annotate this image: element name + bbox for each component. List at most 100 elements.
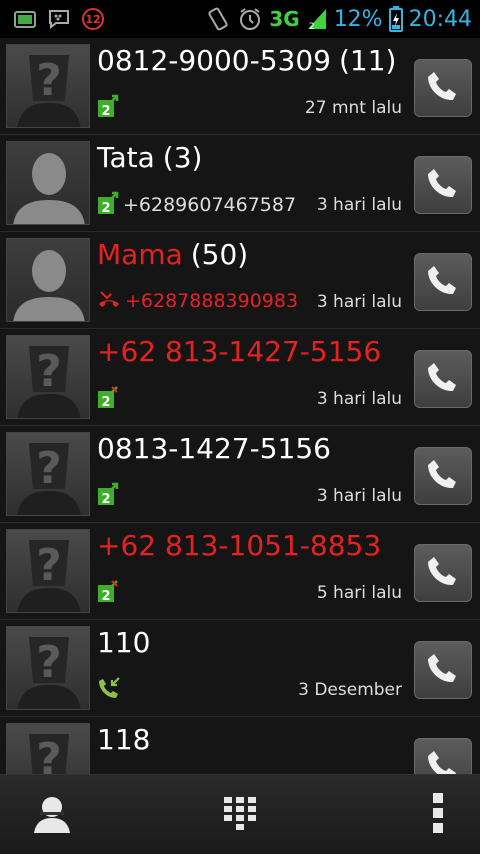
call-log-row[interactable]: Tata (3) 2 +6289607467587 3 hari lalu [0, 135, 480, 232]
contact-avatar[interactable] [6, 238, 90, 322]
call-log-row[interactable]: Mama (50) +6287888390983 3 hari lalu [0, 232, 480, 329]
call-time: 3 hari lalu [316, 389, 402, 409]
call-log-list[interactable]: ? 0812-9000-5309 (11) 2 27 mnt lalu Tata (3) 2 +… [0, 38, 480, 774]
svg-text:2: 2 [101, 395, 110, 409]
call-button[interactable] [414, 738, 472, 774]
vibrate-icon [205, 6, 231, 32]
caller-name-text: Mama [97, 238, 183, 271]
notification-count-badge: 12 [82, 8, 104, 30]
unknown-contact-avatar[interactable]: ? [6, 723, 90, 774]
phone-icon [426, 651, 460, 689]
caller-name: 0812-9000-5309 (11) [97, 44, 396, 78]
contact-avatar[interactable] [6, 141, 90, 225]
call-details: 2 [97, 94, 119, 122]
call-button[interactable] [414, 350, 472, 408]
unknown-contact-avatar[interactable]: ? [6, 626, 90, 710]
call-count: (50) [190, 238, 249, 271]
caller-name: +62 813-1427-5156 [97, 335, 381, 369]
caller-name-text: 110 [97, 626, 151, 659]
call-log-row[interactable]: ? 110 3 Desember [0, 620, 480, 717]
phone-icon [426, 263, 460, 301]
phone-number: +6287888390983 [125, 290, 299, 312]
call-details: 2 [97, 385, 119, 413]
caller-name: Tata (3) [97, 141, 202, 175]
unknown-contact-avatar[interactable]: ? [6, 529, 90, 613]
sim2-outgoing-icon: 2 [97, 482, 119, 510]
caller-name: +62 813-1051-8853 [97, 529, 381, 563]
svg-text:2: 2 [101, 104, 110, 118]
caller-name-text: 0813-1427-5156 [97, 432, 331, 465]
call-time: 3 hari lalu [316, 486, 402, 506]
caller-name: 110 [97, 626, 150, 660]
phone-icon [426, 360, 460, 398]
call-time: 3 hari lalu [316, 292, 402, 312]
alarm-icon [237, 6, 263, 32]
call-log-row[interactable]: ? 0813-1427-5156 2 3 hari lalu [0, 426, 480, 523]
caller-name-text: +62 813-1427-5156 [97, 335, 382, 368]
svg-text:2: 2 [101, 492, 110, 506]
sim2-outgoing-icon: 2 [97, 94, 119, 122]
caller-name-text: Tata [97, 141, 155, 174]
person-icon [30, 791, 74, 839]
overflow-menu-icon [431, 791, 445, 839]
phone-icon [426, 457, 460, 495]
contacts-tab[interactable] [0, 775, 104, 854]
caller-name: 118 [97, 723, 150, 757]
screenshot-notification-icon [14, 9, 36, 29]
call-button[interactable] [414, 156, 472, 214]
unknown-contact-avatar[interactable]: ? [6, 432, 90, 516]
call-button[interactable] [414, 59, 472, 117]
svg-text:?: ? [36, 55, 62, 106]
caller-name-text: 118 [97, 723, 151, 756]
overflow-menu-button[interactable] [396, 775, 480, 854]
phone-icon [426, 69, 460, 107]
call-count: (11) [338, 44, 397, 77]
svg-text:2: 2 [309, 22, 315, 31]
svg-text:2: 2 [101, 589, 110, 603]
dialpad-icon [222, 795, 258, 835]
call-log-row[interactable]: ? 118 [0, 717, 480, 774]
caller-name: Mama (50) [97, 238, 248, 272]
svg-text:2: 2 [101, 201, 110, 215]
dialpad-tab[interactable] [188, 775, 292, 854]
call-time: 3 hari lalu [316, 195, 402, 215]
call-button[interactable] [414, 253, 472, 311]
call-log-row[interactable]: ? +62 813-1427-5156 2 3 hari lalu [0, 329, 480, 426]
phone-icon [426, 166, 460, 204]
sim2-outgoing-icon: 2 [97, 191, 119, 219]
svg-text:?: ? [36, 734, 62, 774]
svg-text:?: ? [36, 346, 62, 397]
call-log-row[interactable]: ? 0812-9000-5309 (11) 2 27 mnt lalu [0, 38, 480, 135]
caller-name: 0813-1427-5156 [97, 432, 331, 466]
caller-name-text: +62 813-1051-8853 [97, 529, 382, 562]
clock: 20:44 [408, 6, 472, 32]
bbm-icon [48, 9, 70, 29]
battery-percent: 12% [333, 6, 383, 32]
call-time: 5 hari lalu [316, 583, 402, 603]
svg-text:?: ? [36, 540, 62, 591]
call-details [97, 676, 121, 704]
signal-icon: 2 [306, 7, 328, 31]
call-details: +6287888390983 [97, 288, 298, 314]
svg-text:?: ? [36, 637, 62, 688]
call-log-row[interactable]: ? +62 813-1051-8853 2 5 hari lalu [0, 523, 480, 620]
call-details: 2 [97, 579, 119, 607]
bottom-action-bar [0, 774, 480, 854]
incoming-call-icon [97, 676, 121, 704]
call-button[interactable] [414, 544, 472, 602]
call-details: 2 +6289607467587 [97, 191, 296, 219]
missed-call-icon [97, 288, 121, 314]
status-bar: 12 3G 2 12% 20:44 [0, 0, 480, 38]
call-button[interactable] [414, 641, 472, 699]
unknown-contact-avatar[interactable]: ? [6, 44, 90, 128]
unknown-contact-avatar[interactable]: ? [6, 335, 90, 419]
call-button[interactable] [414, 447, 472, 505]
battery-charging-icon [388, 6, 403, 32]
phone-icon [426, 554, 460, 592]
caller-name-text: 0812-9000-5309 [97, 44, 331, 77]
phone-number: +6289607467587 [123, 194, 297, 216]
sim2-missed-icon: 2 [97, 579, 119, 607]
call-time: 27 mnt lalu [304, 98, 402, 118]
phone-icon [426, 748, 460, 774]
sim2-missed-icon: 2 [97, 385, 119, 413]
